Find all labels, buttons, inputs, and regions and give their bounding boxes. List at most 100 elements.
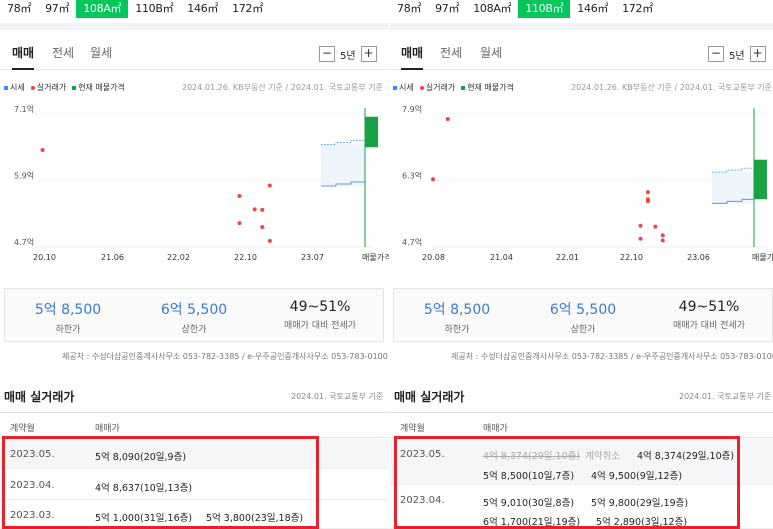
actual-price-point [660, 238, 665, 243]
row-deal-cancelled: 4억 8,374(29일,10층) [483, 451, 581, 462]
x-tick-label: 22.02 [167, 253, 190, 262]
stat-ratio-label: 매매가 대비 전세가 [673, 321, 745, 331]
market-band [712, 172, 754, 204]
size-option-108a[interactable]: 108A㎡ [76, 0, 129, 18]
row-deal: 4억 8,637(10일,13층) [95, 483, 193, 494]
actual-price-point [645, 199, 650, 204]
x-tick-label: 20.10 [33, 253, 56, 262]
price-stats: 5억 8,500 하한가 6억 5,500 상한가 49~51% 매매가 대비 … [4, 288, 384, 342]
legend-current: 현재 매물가격 [78, 83, 125, 92]
row-deal: 5억 2,890(3일,12층) [596, 517, 688, 528]
period-control: − 5년 + [319, 46, 377, 62]
row-month: 2023.05. [400, 449, 445, 460]
size-option-97[interactable]: 97㎡ [38, 0, 76, 18]
stat-ratio: 49~51% 매매가 대비 전세가 [257, 289, 383, 341]
tab-monthly[interactable]: 월세 [480, 44, 502, 70]
period-value: 5년 [340, 50, 356, 62]
y-tick-label: 4.7억 [14, 237, 34, 247]
legend-current: 현재 매물가격 [467, 83, 514, 92]
row-deal: 5억 8,090(20일,9층) [95, 452, 187, 463]
table-row: 2023.05. 4억 8,374(29일,10층) 계약취소 4억 8,374… [390, 439, 773, 485]
stat-lower-label: 하한가 [55, 325, 81, 335]
tab-jeonse[interactable]: 전세 [52, 44, 74, 70]
legend-actual: 실거래가 [425, 83, 456, 92]
row-deal: 5억 9,010(30일,8층) [483, 498, 575, 509]
row-month: 2023.04. [400, 495, 445, 506]
y-tick-label: 7.9억 [402, 104, 422, 114]
size-option-78[interactable]: 78㎡ [390, 0, 428, 18]
market-upper-line [321, 139, 365, 145]
actual-price-point [645, 190, 650, 195]
row-deal: 5억 9,800(29일,19층) [591, 498, 689, 509]
row-month: 2023.03. [10, 510, 55, 521]
tab-jeonse[interactable]: 전세 [440, 44, 462, 70]
actual-price-point [660, 233, 665, 238]
header-month: 계약월 [10, 424, 35, 434]
actual-price-point [237, 194, 242, 199]
size-option-97[interactable]: 97㎡ [428, 0, 466, 18]
actual-legend-icon [30, 85, 35, 90]
size-selector: 78㎡ 97㎡ 108A㎡ 110B㎡ 146㎡ 172㎡ [0, 0, 270, 18]
table-row: 2023.04. 5억 9,010(30일,8층) 5억 9,800(29일,1… [390, 486, 773, 529]
x-tick-label: 22.01 [556, 253, 579, 262]
section-source: 2024.01. 국토교통부 기준 [679, 392, 772, 401]
actual-price-point [445, 116, 450, 121]
actual-price-point [638, 236, 643, 241]
stat-lower-label: 하한가 [444, 325, 470, 335]
y-tick-label: 7.1억 [14, 104, 34, 114]
size-option-110b[interactable]: 110B㎡ [518, 0, 571, 18]
actual-price-point [260, 207, 265, 212]
header-price: 매매가 [483, 424, 508, 434]
tab-monthly[interactable]: 월세 [90, 44, 112, 70]
size-option-146[interactable]: 146㎡ [180, 0, 225, 18]
y-tick-label: 6.3억 [402, 171, 422, 181]
stat-upper-value: 6억 5,500 [549, 302, 617, 318]
size-selector: 78㎡ 97㎡ 108A㎡ 110B㎡ 146㎡ 172㎡ [390, 0, 660, 18]
actual-price-point [431, 177, 435, 182]
chart-source: 2024.01.26. KB부동산 기준 / 2024.01. 국토교통부 기준 [571, 83, 772, 92]
deal-type-tabs: 매매 전세 월세 − 5년 + [390, 44, 773, 70]
tab-sale[interactable]: 매매 [12, 44, 35, 70]
row-deal: 4억 9,500(9일,12층) [591, 471, 683, 482]
actual-legend-icon [419, 85, 424, 90]
provider-notice: 제공처 : 수성더샵공인중개사사무소 053-782-3385 / e-우주공인… [62, 352, 388, 361]
x-tick-label: 23.06 [687, 253, 710, 262]
x-tick-label: 22.10 [234, 253, 257, 262]
stat-upper: 6억 5,500 상한가 [131, 289, 257, 341]
listing-price-range [365, 116, 378, 148]
x-tick-label: 22.10 [620, 253, 643, 262]
chart-source: 2024.01.26. KB부동산 기준 / 2024.01. 국토교통부 기준 [182, 83, 383, 92]
actual-price-point [40, 148, 45, 153]
size-option-78[interactable]: 78㎡ [0, 0, 38, 18]
table-row: 2023.03. 5억 1,000(31일,16층) 5억 3,800(23일,… [0, 501, 389, 529]
table-row: 2023.05. 5억 8,090(20일,9층) [0, 439, 389, 469]
tab-sale[interactable]: 매매 [401, 44, 424, 70]
size-option-172[interactable]: 172㎡ [225, 0, 270, 18]
deal-type-tabs: 매매 전세 월세 − 5년 + [0, 44, 389, 70]
stat-upper-label: 상한가 [181, 325, 207, 335]
y-tick-label: 5.9억 [14, 171, 34, 181]
x-tick-label: 23.07 [301, 253, 324, 262]
period-decrease-button[interactable]: − [319, 46, 335, 62]
period-increase-button[interactable]: + [360, 46, 377, 62]
chart-legend: 시세 실거래가 현재 매물가격 [393, 82, 514, 93]
stat-ratio: 49~51% 매매가 대비 전세가 [646, 289, 772, 341]
header-month: 계약월 [400, 424, 425, 434]
x-tick-label: 21.04 [490, 253, 513, 262]
current-legend-icon [72, 85, 77, 90]
table-header: 계약월 매매가 [0, 412, 389, 438]
market-legend-icon [393, 85, 397, 90]
section-divider [0, 23, 389, 30]
period-decrease-button[interactable]: − [708, 46, 724, 62]
size-option-172[interactable]: 172㎡ [615, 0, 660, 18]
stat-lower-value: 5억 8,500 [423, 302, 491, 318]
size-option-110b[interactable]: 110B㎡ [128, 0, 180, 18]
section-title: 매매 실거래가 [4, 390, 75, 404]
period-value: 5년 [729, 50, 745, 62]
chart-legend: 시세 실거래가 현재 매물가격 [4, 82, 125, 93]
size-option-146[interactable]: 146㎡ [570, 0, 615, 18]
period-increase-button[interactable]: + [749, 46, 766, 62]
size-option-108a[interactable]: 108A㎡ [466, 0, 518, 18]
table-header: 계약월 매매가 [390, 412, 773, 438]
stat-upper: 6억 5,500 상한가 [520, 289, 646, 341]
